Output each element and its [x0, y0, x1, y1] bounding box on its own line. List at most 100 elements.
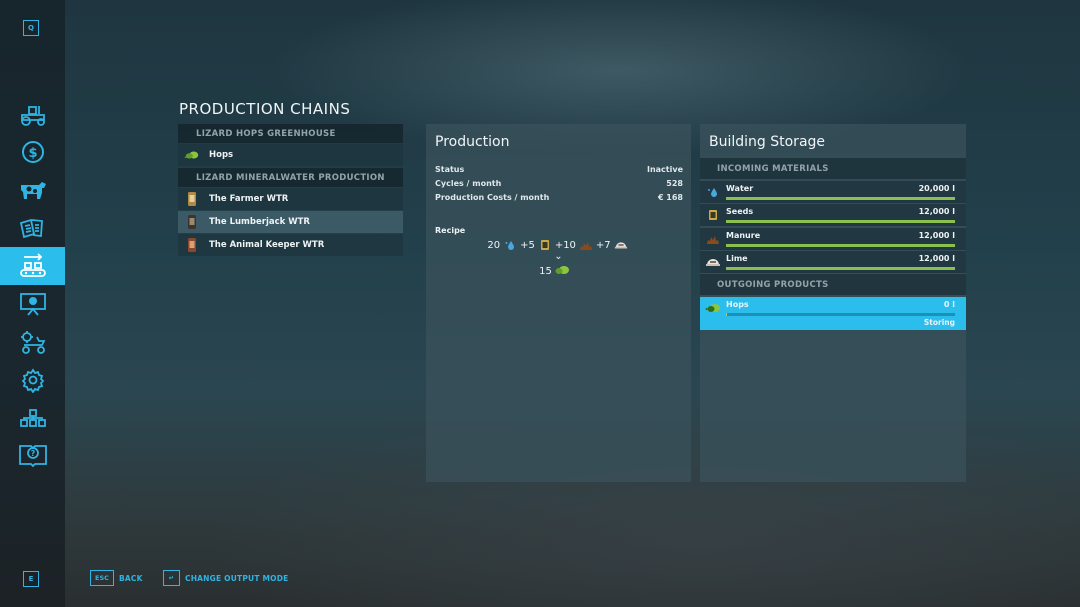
chain-group-header: LIZARD HOPS GREENHOUSE [178, 124, 403, 143]
item-name: Hops [726, 299, 749, 309]
tractor-icon [20, 106, 45, 126]
change-output-mode-button[interactable]: CHANGE OUTPUT MODE [185, 574, 288, 583]
recipe-output: 15 [418, 264, 691, 279]
status-row: Status Inactive [435, 162, 683, 176]
nav-animals[interactable] [0, 171, 65, 209]
back-button[interactable]: BACK [119, 574, 143, 583]
nav-productions[interactable] [0, 247, 65, 285]
output-mode-state: Storing [923, 317, 955, 327]
lime-icon [614, 238, 628, 252]
nav-finances[interactable]: $ [0, 133, 65, 171]
outgoing-products-header: OUTGOING PRODUCTS [700, 274, 966, 295]
fill-level [726, 312, 728, 316]
storage-item-water[interactable]: Water 20,000 l [700, 180, 966, 203]
storage-item-hops[interactable]: Hops 0 l Storing [700, 296, 966, 330]
enter-key[interactable]: ↵ [163, 570, 180, 586]
item-name: Water [726, 183, 754, 193]
storage-title: Building Storage [709, 134, 826, 150]
bottle-icon [184, 190, 200, 208]
recipe-seeds-amount: +5 [520, 239, 535, 251]
stats-presentation-icon [19, 293, 46, 316]
fill-level-bar [726, 196, 955, 200]
chain-item-lumberjack-wtr[interactable]: The Lumberjack WTR [178, 211, 403, 233]
manure-icon [705, 232, 721, 246]
manure-icon [579, 238, 593, 252]
item-name: Seeds [726, 207, 754, 216]
cycles-row: Cycles / month 528 [435, 176, 683, 190]
recipe-water-amount: 20 [487, 239, 501, 251]
chain-item-label: The Lumberjack WTR [209, 217, 310, 227]
status-label: Status [435, 164, 465, 174]
storage-item-seeds[interactable]: Seeds 12,000 l [700, 204, 966, 226]
item-amount: 12,000 l [918, 207, 955, 216]
dollar-icon: $ [21, 141, 44, 163]
water-drop-icon [705, 185, 721, 199]
fill-level-bar [726, 312, 955, 316]
production-chain-list: LIZARD HOPS GREENHOUSE Hops LIZARD MINER… [178, 124, 403, 256]
costs-value: € 168 [657, 192, 683, 202]
garage-icon [20, 331, 45, 354]
chain-item-label: Hops [209, 150, 234, 160]
nav-vehicles[interactable] [0, 96, 65, 134]
chain-item-label: The Animal Keeper WTR [209, 240, 325, 250]
recipe-label: Recipe [435, 226, 466, 235]
chain-group-header: LIZARD MINERALWATER PRODUCTION [178, 168, 403, 187]
hops-icon [705, 301, 721, 315]
water-drop-icon [503, 238, 517, 252]
item-amount: 12,000 l [918, 230, 955, 240]
fill-level-bar [726, 267, 955, 270]
help-book-icon: ? [18, 445, 47, 468]
hops-icon [184, 146, 200, 164]
settings-gear-icon [21, 368, 44, 393]
nav-garage[interactable] [0, 323, 65, 361]
prev-page-key[interactable]: Q [23, 20, 39, 36]
recipe-lime-amount: +7 [595, 239, 611, 251]
nav-statistics[interactable] [0, 285, 65, 323]
hierarchy-icon [19, 409, 46, 427]
recipe-inputs: 20 +5 +10 +7 [424, 238, 691, 252]
production-panel: Production Status Inactive Cycles / mont… [426, 124, 691, 482]
cow-icon [20, 182, 46, 199]
contracts-icon [19, 218, 43, 239]
recipe-output-amount: 15 [539, 266, 552, 277]
nav-hierarchy[interactable] [0, 399, 65, 437]
bottle-icon [184, 213, 200, 231]
page-title: PRODUCTION CHAINS [179, 100, 351, 118]
storage-item-lime[interactable]: Lime 12,000 l [700, 251, 966, 273]
costs-row: Production Costs / month € 168 [435, 190, 683, 204]
building-storage-panel: Building Storage INCOMING MATERIALS Wate… [700, 124, 966, 482]
chain-item-farmer-wtr[interactable]: The Farmer WTR [178, 188, 403, 210]
seeds-bag-icon [538, 238, 552, 252]
storage-item-manure[interactable]: Manure 12,000 l [700, 227, 966, 250]
cycles-label: Cycles / month [435, 178, 502, 188]
production-title: Production [435, 134, 510, 150]
hops-icon [554, 264, 570, 279]
fill-level [726, 243, 955, 247]
footer-controls: ESC BACK ↵ CHANGE OUTPUT MODE [0, 570, 600, 588]
fill-level [726, 220, 955, 223]
nav-help[interactable]: ? [0, 436, 65, 474]
chain-item-hops[interactable]: Hops [178, 144, 403, 166]
recipe-arrow-icon: ⌄ [554, 251, 563, 262]
nav-settings[interactable] [0, 361, 65, 399]
esc-key[interactable]: ESC [90, 570, 114, 586]
costs-label: Production Costs / month [435, 192, 550, 202]
chain-item-animal-keeper-wtr[interactable]: The Animal Keeper WTR [178, 234, 403, 256]
item-name: Lime [726, 254, 748, 263]
sidebar: Q $ ? E [0, 0, 65, 607]
fill-level-bar [726, 243, 955, 247]
item-name: Manure [726, 230, 761, 240]
svg-text:?: ? [30, 449, 35, 458]
lime-icon [705, 255, 721, 269]
nav-contracts[interactable] [0, 209, 65, 247]
seeds-bag-icon [705, 208, 721, 222]
cycles-value: 528 [666, 178, 683, 188]
item-amount: 12,000 l [918, 254, 955, 263]
item-amount: 20,000 l [918, 183, 955, 193]
chain-item-label: The Farmer WTR [209, 194, 289, 204]
svg-text:$: $ [28, 146, 37, 161]
bottle-icon [184, 236, 200, 254]
fill-level [726, 267, 955, 270]
status-value: Inactive [646, 164, 683, 174]
production-icon [19, 253, 46, 277]
